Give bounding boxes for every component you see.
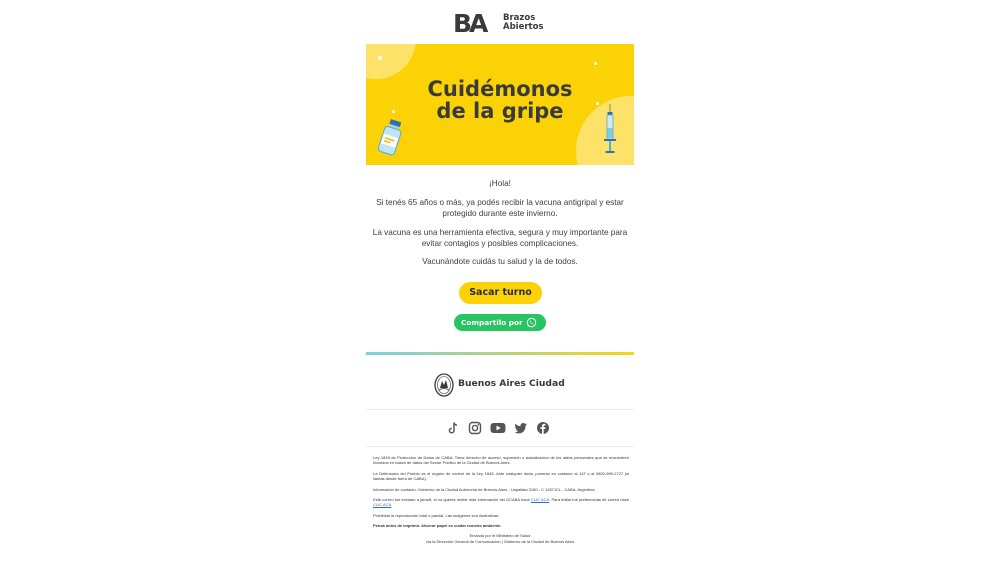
instagram-icon[interactable] xyxy=(468,421,482,435)
paragraph-eligibility: Si tenés 65 años o más, ya podés recibir… xyxy=(376,198,624,218)
brazos-abiertos-logo: BA Brazos Abiertos xyxy=(453,10,553,38)
divider xyxy=(366,409,634,410)
whatsapp-share-button[interactable]: Compartilo por xyxy=(454,314,546,331)
divider-gradient xyxy=(366,352,634,355)
legal-unsubscribe: Este correo fue enviado a jamwil, si no … xyxy=(373,497,629,508)
youtube-icon[interactable] xyxy=(490,421,506,435)
city-seal-icon xyxy=(434,373,454,397)
paragraph-benefits: La vacuna es una herramienta efectiva, s… xyxy=(372,228,628,248)
whatsapp-icon xyxy=(526,317,537,328)
banner-title: Cuidémonos de la gripe xyxy=(427,77,573,123)
paragraph-closing: Vacunándote cuidás tu salud y la de todo… xyxy=(422,257,578,266)
legal-data-protection: Ley 1845 de Protección de Datos de CABA:… xyxy=(373,455,629,466)
legal-contact: Información de contacto: Gobierno de la … xyxy=(373,487,595,492)
logo-name: Brazos Abiertos xyxy=(503,13,544,32)
facebook-icon[interactable] xyxy=(536,421,550,435)
appointment-button[interactable]: Sacar turno xyxy=(459,282,542,304)
preferences-link[interactable]: CLIC ACÁ xyxy=(373,502,391,507)
twitter-icon[interactable] xyxy=(514,421,528,435)
legal-ombudsman: La Defensoría del Pueblo es el órgano de… xyxy=(373,471,629,482)
logo-mark: BA xyxy=(453,9,488,38)
legal-eco: Pensá antes de imprimir. Ahorrar papel e… xyxy=(373,523,502,528)
city-name: Buenos Aires Ciudad xyxy=(458,378,565,389)
tiktok-icon[interactable] xyxy=(446,421,460,435)
legal-prohibited: Prohibida la reproducción total o parcia… xyxy=(373,513,500,518)
unsubscribe-link[interactable]: CLIC ACÁ xyxy=(531,497,549,502)
flu-banner: Cuidémonos de la gripe xyxy=(366,44,634,165)
greeting: ¡Hola! xyxy=(489,179,511,188)
buenos-aires-ciudad-logo: Buenos Aires Ciudad xyxy=(434,373,574,397)
divider xyxy=(366,446,634,447)
vaccine-vial-icon xyxy=(377,119,402,156)
social-icons xyxy=(446,421,556,435)
sender-line-1: Enviado por el Ministerio de Salud xyxy=(469,533,531,538)
syringe-icon xyxy=(604,104,616,153)
sender-line-2: vía la Dirección General de Comunicación… xyxy=(425,539,575,544)
share-label: Compartilo por xyxy=(461,318,523,327)
